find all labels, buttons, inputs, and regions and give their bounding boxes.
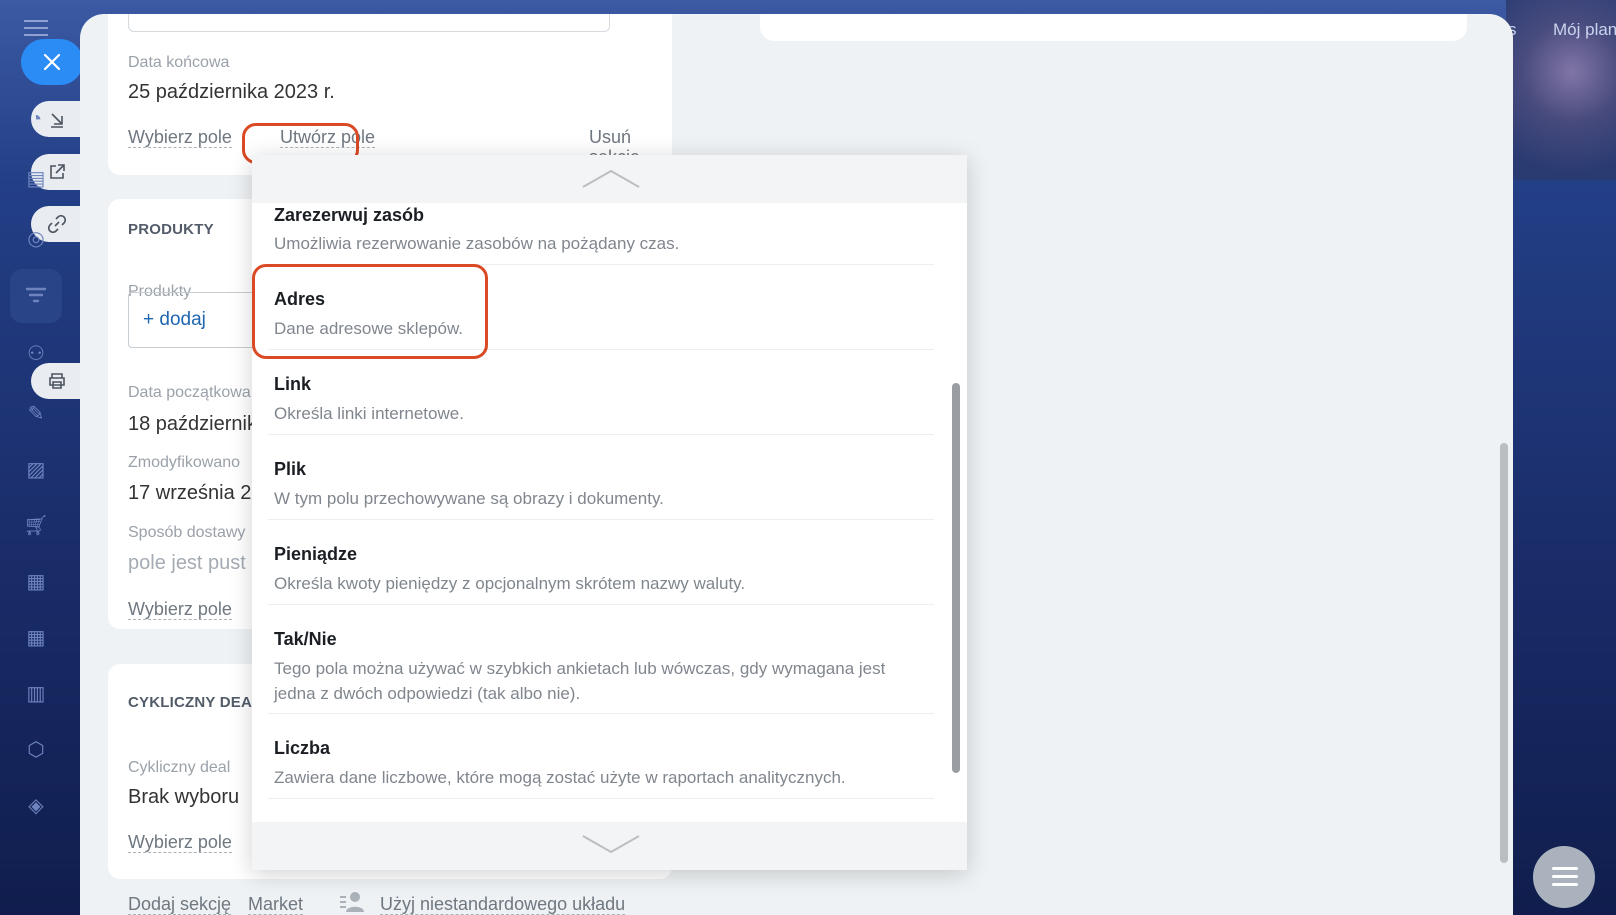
close-button[interactable]	[21, 39, 83, 85]
item-desc: Określa linki internetowe.	[274, 404, 464, 423]
dropdown-scroll-down[interactable]	[252, 822, 967, 870]
deals-icon[interactable]: ◔	[22, 105, 50, 133]
dropdown-scrollbar[interactable]	[952, 383, 960, 773]
adres-highlight	[252, 264, 488, 359]
list-item[interactable]: Zarezerwuj zasób Umożliwia rezerwowanie …	[268, 203, 934, 265]
end-date-label: Data końcowa	[128, 54, 230, 71]
menu-fab-button[interactable]	[1533, 846, 1595, 908]
input-field-top[interactable]	[128, 14, 610, 32]
end-date-value[interactable]: 25 października 2023 r.	[128, 81, 335, 104]
item-title: Liczba	[274, 738, 331, 758]
target-icon[interactable]: ◎	[22, 225, 50, 253]
section-title-products: PRODUKTY	[128, 221, 214, 238]
chevron-up-icon	[582, 169, 640, 188]
store-icon[interactable]: ▦	[22, 568, 50, 596]
recurring-value[interactable]: Brak wyboru	[128, 786, 239, 809]
field-type-dropdown: Zarezerwuj zasób Umożliwia rezerwowanie …	[252, 155, 967, 870]
choose-field-link-products[interactable]: Wybierz pole	[128, 599, 232, 620]
list-item[interactable]: Plik W tym polu przechowywane są obrazy …	[268, 435, 934, 520]
item-title: Plik	[274, 459, 307, 479]
pen-icon[interactable]: ✎	[22, 400, 50, 428]
list-item[interactable]: Link Określa linki internetowe.	[268, 350, 934, 435]
custom-layout-link[interactable]: Użyj niestandardowego układu	[380, 894, 626, 915]
list-item[interactable]: Tak/Nie Tego pola można używać w szybkic…	[268, 605, 934, 714]
side-tab-print[interactable]	[31, 363, 83, 399]
list-icon	[1552, 867, 1578, 891]
delivery-label: Sposób dostawy	[128, 524, 246, 541]
item-title: Link	[274, 374, 312, 394]
robot-icon[interactable]: ⚇	[22, 340, 50, 368]
sidebar-item-active[interactable]	[10, 269, 62, 323]
start-date-label: Data początkowa	[128, 384, 251, 401]
item-title: Pieniądze	[274, 544, 358, 564]
add-product-link[interactable]: + dodaj	[143, 309, 206, 331]
section-title-recurring: CYKLICZNY DEAL	[128, 694, 262, 711]
box-icon[interactable]: ◈	[22, 792, 50, 820]
modified-value: 17 września 2	[128, 482, 252, 504]
item-title: Zarezerwuj zasób	[274, 205, 425, 225]
item-title: Tak/Nie	[274, 629, 337, 649]
market-link[interactable]: Market	[248, 894, 304, 915]
list-item[interactable]: Liczba Zawiera dane liczbowe, które mogą…	[268, 714, 934, 799]
item-desc: Tego pola można używać w szybkich ankiet…	[274, 659, 886, 703]
arrow-down-right-icon	[51, 113, 63, 128]
add-section-link[interactable]: Dodaj sekcję	[128, 894, 232, 915]
cart-icon[interactable]: 🛒︎	[22, 512, 50, 540]
settings-icon[interactable]: ⬡	[22, 736, 50, 764]
print-icon	[49, 373, 65, 389]
inbox-icon[interactable]: ▤	[22, 165, 50, 193]
card-dates: Data końcowa 25 października 2023 r. Wyb…	[108, 14, 672, 175]
close-icon	[43, 53, 61, 71]
modified-label: Zmodyfikowano	[128, 454, 241, 471]
list-item[interactable]: Pieniądze Określa kwoty pieniędzy z opcj…	[268, 520, 934, 605]
user-icon	[340, 892, 364, 912]
page-scrollbar[interactable]	[1500, 443, 1508, 863]
right-card	[760, 14, 1467, 41]
item-desc: W tym polu przechowywane są obrazy i dok…	[274, 489, 664, 508]
delivery-value[interactable]: pole jest pust	[128, 552, 246, 575]
topbar-link-my-plan[interactable]: Mój plan	[1553, 20, 1616, 40]
calendar-icon[interactable]: ▦	[22, 624, 50, 652]
filter-icon	[25, 287, 47, 303]
choose-field-link-recurring[interactable]: Wybierz pole	[128, 832, 232, 853]
item-desc: Zawiera dane liczbowe, które mogą zostać…	[274, 768, 846, 787]
menu-icon[interactable]	[24, 20, 48, 38]
item-desc: Określa kwoty pieniędzy z opcjonalnym sk…	[274, 574, 746, 593]
document-edit-icon[interactable]: ▨	[22, 456, 50, 484]
link-icon	[47, 214, 67, 234]
choose-field-link[interactable]: Wybierz pole	[128, 127, 232, 148]
recurring-label: Cykliczny deal	[128, 759, 231, 776]
chevron-down-icon	[582, 835, 640, 854]
start-date-value[interactable]: 18 października	[128, 413, 268, 436]
external-link-icon	[50, 164, 65, 179]
item-desc: Umożliwia rezerwowanie zasobów na pożąda…	[274, 234, 680, 253]
chart-icon[interactable]: ▥	[22, 680, 50, 708]
dropdown-scroll-up[interactable]	[252, 155, 967, 203]
